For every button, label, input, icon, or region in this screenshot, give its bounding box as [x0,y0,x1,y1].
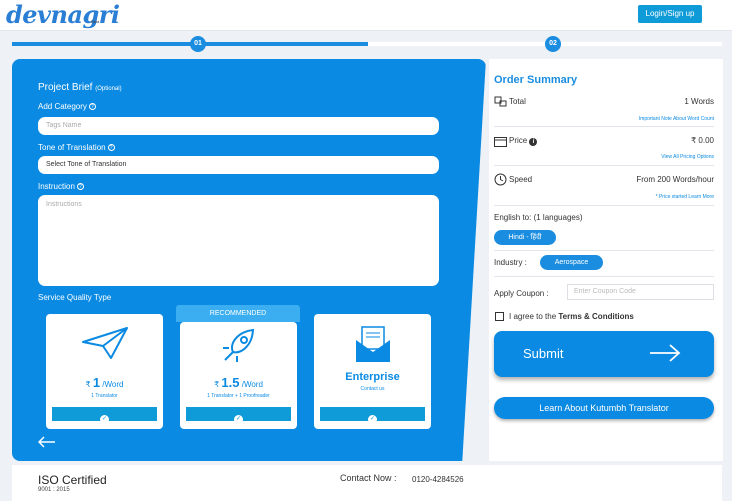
enterprise-title: Enterprise [345,371,400,383]
instruction-text: Instruction [38,182,75,191]
help-icon[interactable]: ? [107,144,115,152]
languages-text: English to: (1 languages) [494,213,583,222]
add-category-text: Add Category [38,102,87,111]
speed-value: From 200 Words/hour [636,175,714,184]
card-desc: Contact us [360,386,385,392]
optional-label: (Optional) [95,86,122,92]
agree-prefix: I agree to the [509,312,557,321]
total-value: 1 Words [684,97,714,106]
price-card-icon [494,137,507,147]
select-bar[interactable]: ✓ [52,407,157,424]
speed-learn-more-link[interactable]: * Price started Learn More [590,194,714,200]
recommended-badge: RECOMMENDED [176,305,300,322]
divider [494,250,714,251]
terms-text: I agree to the Terms & Conditions [509,312,634,321]
coupon-label: Apply Coupon : [494,289,549,298]
project-brief-title: Project Brief (Optional) [38,82,122,93]
select-bar[interactable]: ✓ [320,407,425,424]
coupon-input[interactable]: Enter Coupon Code [567,284,714,300]
tone-select[interactable]: Select Tone of Translation [38,156,439,174]
help-icon[interactable]: ? [88,103,96,111]
card-desc: 1 Translator [91,393,118,399]
contact-label: Contact Now : [340,473,397,483]
paper-plane-icon [81,327,128,359]
learn-more-button[interactable]: Learn About Kutumbh Translator [494,397,714,419]
instruction-label: Instruction? [38,182,84,191]
price-label: Price i [509,136,538,146]
logo[interactable]: devnagri [6,0,120,29]
per-word: /Word [102,380,124,389]
card-desc: 1 Translator + 1 Proofreader [207,393,270,399]
check-icon: ✓ [368,415,377,424]
divider [494,205,714,206]
envelope-icon [355,326,390,362]
service-quality-label: Service Quality Type [38,293,112,302]
currency: ₹ [85,380,91,389]
step-2[interactable]: 02 [545,36,561,52]
check-icon: ✓ [100,415,109,424]
arrow-right-icon [650,344,681,362]
submit-label: Submit [523,346,564,361]
rocket-icon [222,328,254,362]
back-arrow-icon[interactable] [38,436,56,448]
industry-label: Industry : [494,258,527,267]
per-word: /Word [241,380,263,389]
order-summary-title: Order Summary [494,74,578,86]
footer: ISO Certified 9001 : 2015 Contact Now : … [12,465,722,501]
help-icon[interactable]: ? [76,183,84,191]
price-basic: ₹ 1 /Word [46,375,163,390]
iso-code: 9001 : 2015 [38,487,70,493]
contact-number[interactable]: 0120-4284526 [412,475,464,484]
divider [494,165,714,166]
submit-button[interactable]: Submit [494,331,714,377]
check-icon: ✓ [234,415,243,424]
add-category-label: Add Category? [38,102,96,111]
terms-checkbox[interactable] [495,312,504,321]
project-brief-label: Project Brief [38,82,93,93]
iso-title: ISO Certified [38,473,107,487]
logo-beta: Beta [91,19,100,24]
terms-link[interactable]: Terms & Conditions [558,312,633,321]
login-signup-button[interactable]: Login/Sign up [638,5,702,23]
language-pill[interactable]: Hindi - हिंदी [494,230,556,245]
pricing-options-link[interactable]: View All Pricing Options [590,154,714,160]
quality-card-pro[interactable]: ₹ 1.5 /Word 1 Translator + 1 Proofreader… [180,322,297,429]
currency: ₹ [214,380,220,389]
quality-card-basic[interactable]: ₹ 1 /Word 1 Translator ✓ [46,314,163,429]
price-value: 1.5 [221,375,240,390]
tone-text: Tone of Translation [38,143,106,152]
price-label-text: Price [509,136,528,145]
industry-pill[interactable]: Aerospace [540,255,603,270]
price-value: 1 [92,375,101,390]
step-1[interactable]: 01 [190,36,206,52]
price-pro: ₹ 1.5 /Word [180,375,297,390]
info-icon[interactable]: i [529,138,538,146]
words-icon [494,96,507,107]
instruction-textarea[interactable]: Instructions [38,195,439,286]
word-count-link[interactable]: Important Note About Word Count [590,116,714,122]
category-input[interactable]: Tags Name [38,117,439,135]
quality-card-enterprise[interactable]: Enterprise Contact us ✓ [314,314,431,429]
divider [494,126,714,127]
tone-label: Tone of Translation? [38,143,115,152]
clock-icon [494,173,507,186]
speed-label: Speed [509,175,533,184]
price-value: ₹ 0.00 [691,136,714,145]
select-bar[interactable]: ✓ [186,407,291,424]
top-bar: devnagri Beta Login/Sign up [0,0,732,31]
divider [494,276,714,277]
total-label: Total [509,97,526,106]
